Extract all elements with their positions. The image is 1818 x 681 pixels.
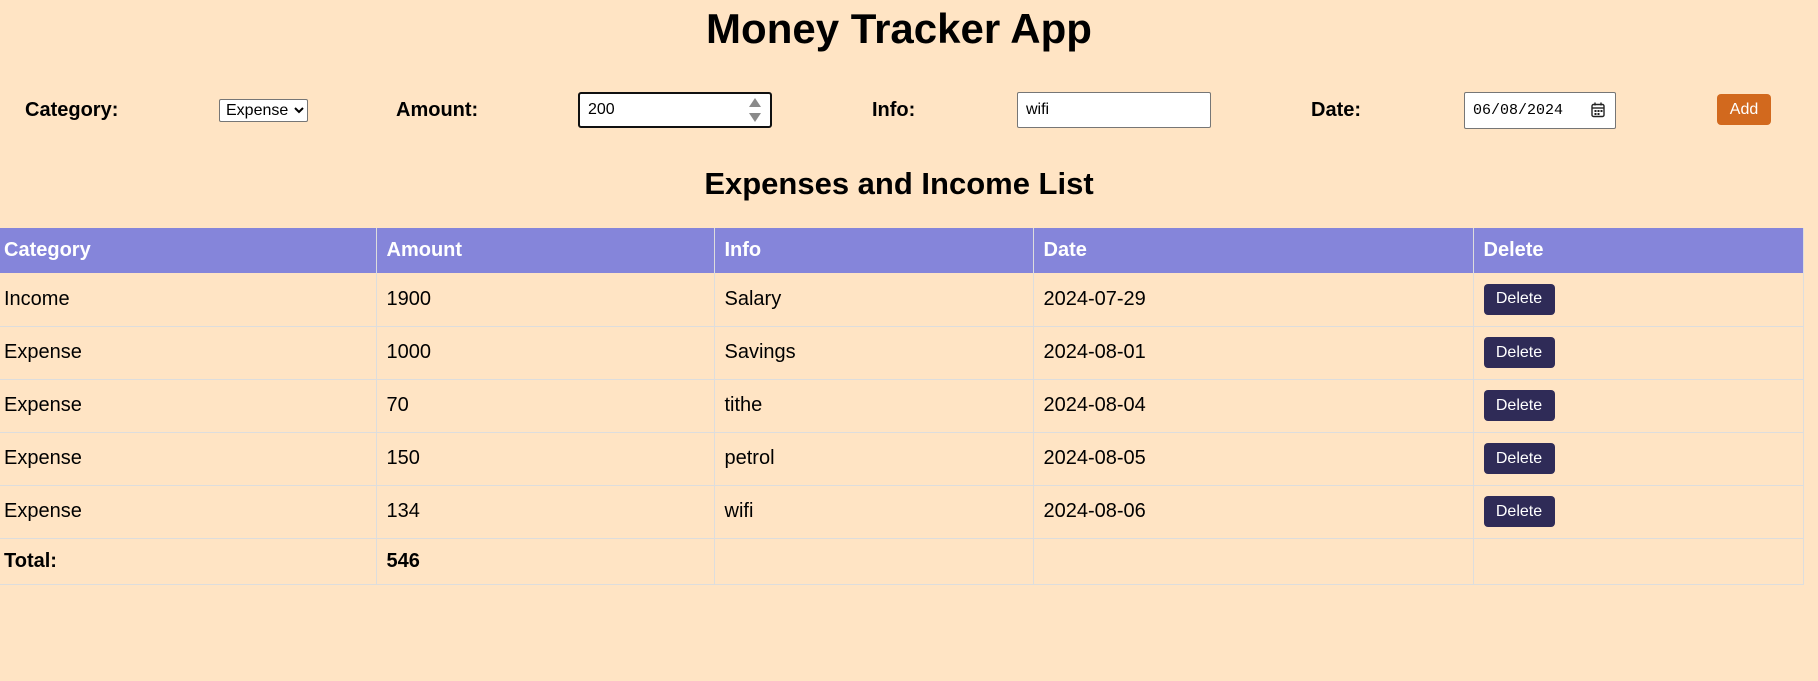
cell-amount: 1900: [376, 273, 715, 327]
column-header-category: Category: [0, 228, 377, 273]
total-row: Total: 546: [0, 538, 1804, 585]
cell-delete: Delete: [1473, 326, 1804, 380]
table-header-row: Category Amount Info Date Delete: [0, 228, 1804, 273]
cell-info: tithe: [714, 379, 1034, 433]
total-value: 546: [376, 538, 715, 585]
total-empty-cell: [1033, 538, 1474, 585]
table-row: Income 1900 Salary 2024-07-29 Delete: [0, 273, 1804, 327]
delete-button[interactable]: Delete: [1483, 443, 1555, 474]
cell-amount: 134: [376, 485, 715, 539]
cell-info: Savings: [714, 326, 1034, 380]
column-header-amount: Amount: [376, 228, 715, 273]
cell-info: petrol: [714, 432, 1034, 486]
cell-category: Expense: [0, 326, 377, 380]
list-title: Expenses and Income List: [704, 166, 1094, 201]
cell-amount: 1000: [376, 326, 715, 380]
amount-label: Amount:: [396, 99, 479, 121]
cell-category: Expense: [0, 432, 377, 486]
cell-date: 2024-07-29: [1033, 273, 1474, 327]
total-empty-cell: [1473, 538, 1804, 585]
delete-button[interactable]: Delete: [1483, 496, 1555, 527]
cell-amount: 150: [376, 432, 715, 486]
category-select[interactable]: Expense: [219, 99, 308, 122]
calendar-icon[interactable]: [1591, 102, 1605, 118]
column-header-date: Date: [1033, 228, 1474, 273]
cell-delete: Delete: [1473, 432, 1804, 486]
cell-info: wifi: [714, 485, 1034, 539]
cell-date: 2024-08-01: [1033, 326, 1474, 380]
total-empty-cell: [714, 538, 1034, 585]
cell-delete: Delete: [1473, 273, 1804, 327]
date-input[interactable]: 06/08/2024: [1464, 92, 1616, 129]
spinner-up-icon[interactable]: [749, 98, 761, 107]
total-label: Total:: [0, 538, 377, 585]
column-header-delete: Delete: [1473, 228, 1804, 273]
table-row: Expense 150 petrol 2024-08-05 Delete: [0, 432, 1804, 486]
cell-info: Salary: [714, 273, 1034, 327]
cell-delete: Delete: [1473, 379, 1804, 433]
delete-button[interactable]: Delete: [1483, 390, 1555, 421]
cell-amount: 70: [376, 379, 715, 433]
delete-button[interactable]: Delete: [1483, 337, 1555, 368]
entry-form: Category: Expense Amount: Info: Date: 06…: [0, 90, 1818, 130]
info-label: Info:: [872, 99, 916, 121]
date-value[interactable]: 06/08/2024: [1473, 102, 1563, 120]
records-table: Category Amount Info Date Delete Income …: [0, 228, 1804, 585]
table-row: Expense 134 wifi 2024-08-06 Delete: [0, 485, 1804, 539]
delete-button[interactable]: Delete: [1483, 283, 1555, 315]
amount-input[interactable]: [580, 94, 740, 126]
table-row: Expense 1000 Savings 2024-08-01 Delete: [0, 326, 1804, 380]
spinner-down-icon[interactable]: [749, 113, 761, 122]
cell-category: Expense: [0, 485, 377, 539]
cell-date: 2024-08-05: [1033, 432, 1474, 486]
cell-category: Income: [0, 273, 377, 327]
table-row: Expense 70 tithe 2024-08-04 Delete: [0, 379, 1804, 433]
amount-field[interactable]: [578, 92, 772, 128]
cell-category: Expense: [0, 379, 377, 433]
category-label: Category:: [25, 99, 119, 121]
column-header-info: Info: [714, 228, 1034, 273]
app-title: Money Tracker App: [706, 5, 1092, 52]
info-input[interactable]: [1017, 92, 1211, 128]
cell-delete: Delete: [1473, 485, 1804, 539]
spinner-arrows-icon[interactable]: [748, 98, 762, 122]
date-label: Date:: [1311, 99, 1362, 121]
cell-date: 2024-08-06: [1033, 485, 1474, 539]
cell-date: 2024-08-04: [1033, 379, 1474, 433]
add-button[interactable]: Add: [1717, 94, 1771, 125]
